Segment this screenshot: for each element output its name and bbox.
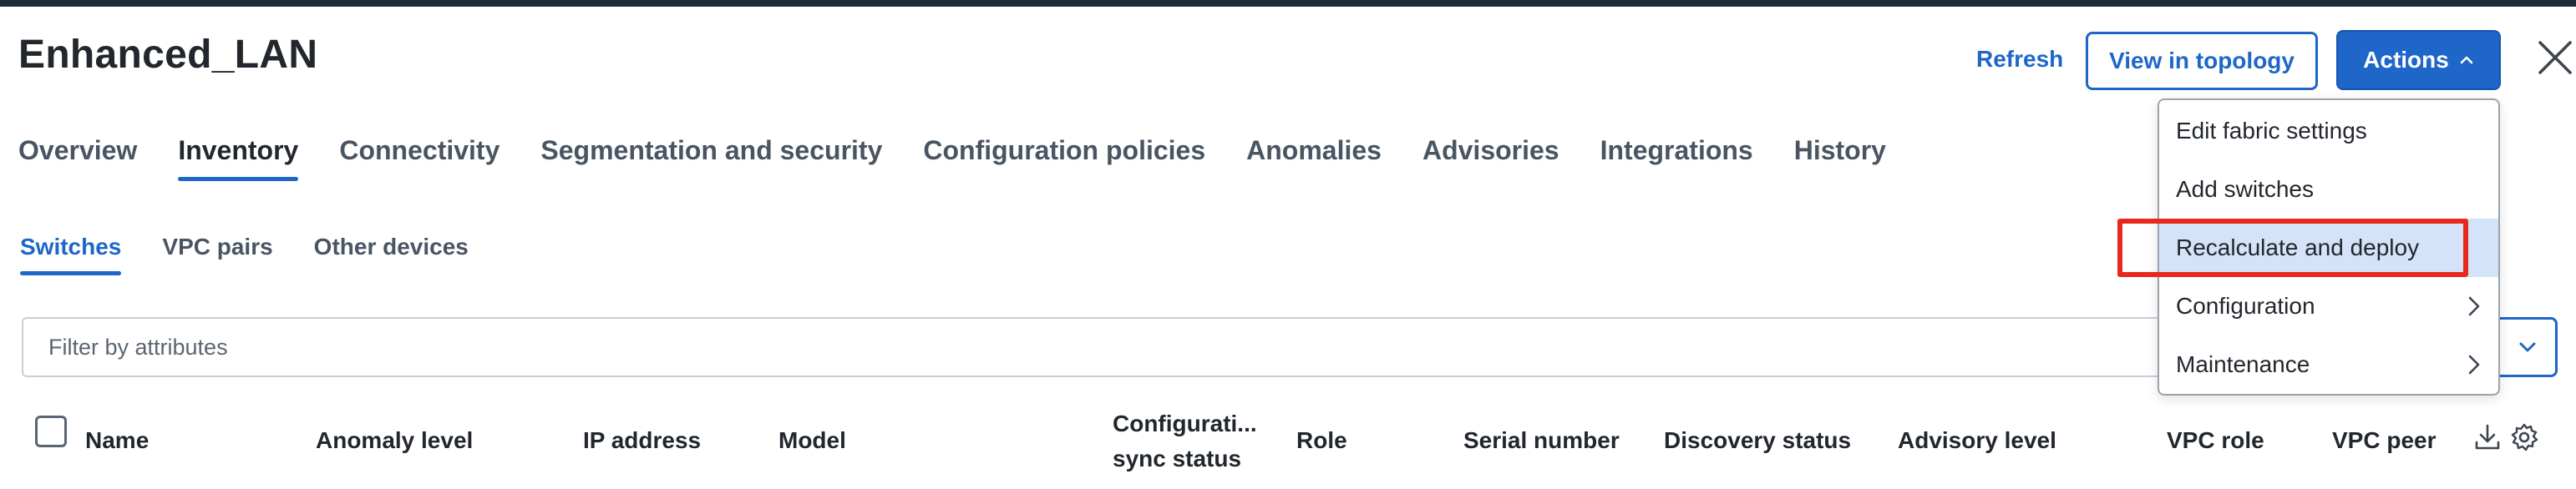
column-discovery-status[interactable]: Discovery status xyxy=(1664,426,1851,456)
column-configuration-sync-status-line2: sync status xyxy=(1113,446,1242,471)
actions-button[interactable]: Actions xyxy=(2336,30,2501,90)
page-title: Enhanced_LAN xyxy=(18,33,318,77)
chevron-down-icon xyxy=(2519,342,2535,352)
tab-advisories[interactable]: Advisories xyxy=(1422,135,1559,181)
tab-inventory[interactable]: Inventory xyxy=(178,135,299,181)
column-advisory-level[interactable]: Advisory level xyxy=(1898,426,2056,456)
column-role[interactable]: Role xyxy=(1296,426,1347,456)
close-icon[interactable] xyxy=(2536,38,2574,77)
select-all-checkbox[interactable] xyxy=(35,416,67,447)
menu-item-add-switches[interactable]: Add switches xyxy=(2159,160,2498,219)
view-in-topology-button[interactable]: View in topology xyxy=(2086,32,2318,90)
download-icon[interactable] xyxy=(2472,422,2502,452)
column-name[interactable]: Name xyxy=(85,426,149,456)
table-header: Name Anomaly level IP address Model Conf… xyxy=(0,409,2576,489)
subtab-switches[interactable]: Switches xyxy=(20,234,122,275)
menu-item-label: Maintenance xyxy=(2176,351,2310,377)
subtab-other-devices[interactable]: Other devices xyxy=(314,234,469,275)
column-anomaly-level[interactable]: Anomaly level xyxy=(316,426,473,456)
column-configuration-sync-status-line1: Configurati... xyxy=(1113,411,1257,436)
menu-item-maintenance[interactable]: Maintenance xyxy=(2159,335,2498,394)
sub-tabs: Switches VPC pairs Other devices xyxy=(20,234,510,275)
menu-item-configuration[interactable]: Configuration xyxy=(2159,277,2498,335)
column-model[interactable]: Model xyxy=(778,426,846,456)
highlight-annotation-box xyxy=(2117,219,2468,277)
column-serial-number[interactable]: Serial number xyxy=(1463,426,1620,456)
column-ip-address[interactable]: IP address xyxy=(583,426,701,456)
tab-segmentation-and-security[interactable]: Segmentation and security xyxy=(540,135,882,181)
tab-history[interactable]: History xyxy=(1794,135,1886,181)
chevron-right-icon xyxy=(2468,296,2480,316)
tab-integrations[interactable]: Integrations xyxy=(1600,135,1753,181)
chevron-up-icon xyxy=(2460,56,2473,64)
gear-icon[interactable] xyxy=(2509,422,2539,452)
menu-item-label: Configuration xyxy=(2176,293,2315,319)
top-strip xyxy=(0,0,2576,7)
menu-item-edit-fabric-settings[interactable]: Edit fabric settings xyxy=(2159,102,2498,160)
menu-item-label: Add switches xyxy=(2176,176,2314,202)
refresh-link[interactable]: Refresh xyxy=(1976,46,2063,73)
actions-button-label: Actions xyxy=(2363,47,2449,73)
column-vpc-role[interactable]: VPC role xyxy=(2167,426,2264,456)
tab-configuration-policies[interactable]: Configuration policies xyxy=(923,135,1205,181)
chevron-right-icon xyxy=(2468,355,2480,375)
subtab-vpc-pairs[interactable]: VPC pairs xyxy=(162,234,272,275)
tab-overview[interactable]: Overview xyxy=(18,135,137,181)
filter-input[interactable] xyxy=(23,319,2509,376)
filter-box xyxy=(22,317,2511,377)
filter-dropdown-button[interactable] xyxy=(2499,317,2558,377)
tab-anomalies[interactable]: Anomalies xyxy=(1246,135,1382,181)
main-tabs: Overview Inventory Connectivity Segmenta… xyxy=(18,135,1927,181)
column-vpc-peer[interactable]: VPC peer xyxy=(2332,426,2474,456)
tab-connectivity[interactable]: Connectivity xyxy=(339,135,499,181)
menu-item-label: Edit fabric settings xyxy=(2176,118,2367,144)
column-configuration-sync-status[interactable]: Configurati... sync status xyxy=(1113,409,1257,474)
